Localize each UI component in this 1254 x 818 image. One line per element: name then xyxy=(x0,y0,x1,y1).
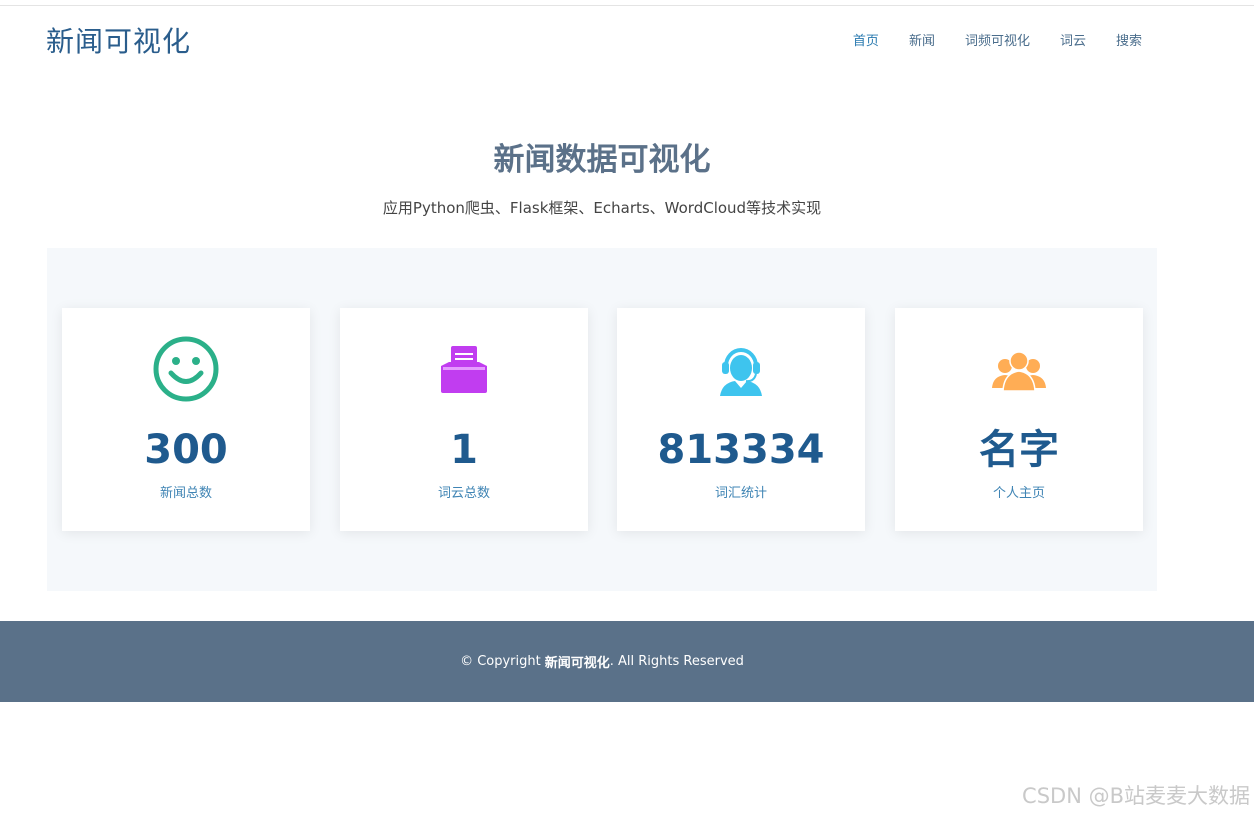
stat-value: 名字 xyxy=(979,427,1059,473)
inbox-document-icon xyxy=(340,336,588,402)
nav-home[interactable]: 首页 xyxy=(853,30,879,49)
stat-label[interactable]: 词云总数 xyxy=(340,482,588,501)
copyright-brand: 新闻可视化 xyxy=(544,656,610,671)
page-title: 新闻数据可视化 xyxy=(493,142,711,178)
stat-card-news-total: 300 新闻总数 xyxy=(62,308,310,531)
site-brand[interactable]: 新闻可视化 xyxy=(46,20,191,60)
stat-card-personal-home: 名字 个人主页 xyxy=(895,308,1143,531)
stat-value: 300 xyxy=(144,427,228,473)
stats-section: 300 新闻总数 1 词云总数 813334 词汇统计 名字 个人主页 xyxy=(47,248,1157,591)
stat-value: 1 xyxy=(450,427,478,473)
page-footer: © Copyright 新闻可视化 . All Rights Reserved xyxy=(0,621,1254,702)
page-subtitle: 应用Python爬虫、Flask框架、Echarts、WordCloud等技术实… xyxy=(382,199,822,217)
top-divider xyxy=(0,5,1254,6)
nav-word-cloud[interactable]: 词云 xyxy=(1060,30,1086,49)
stat-card-cloud-total: 1 词云总数 xyxy=(340,308,588,531)
watermark: CSDN @B站麦麦大数据 xyxy=(1022,784,1250,808)
main-nav: 首页 新闻 词频可视化 词云 搜索 xyxy=(853,30,1142,49)
nav-word-frequency[interactable]: 词频可视化 xyxy=(965,30,1030,49)
nav-search[interactable]: 搜索 xyxy=(1116,30,1142,49)
nav-news[interactable]: 新闻 xyxy=(909,30,935,49)
stat-card-vocab-stats: 813334 词汇统计 xyxy=(617,308,865,531)
smiley-icon xyxy=(62,336,310,402)
stat-label[interactable]: 新闻总数 xyxy=(62,482,310,501)
stat-label[interactable]: 个人主页 xyxy=(895,482,1143,501)
stat-label[interactable]: 词汇统计 xyxy=(617,482,865,501)
copyright-prefix: © Copyright xyxy=(460,654,541,669)
stat-value: 813334 xyxy=(657,427,825,473)
group-users-icon xyxy=(895,336,1143,402)
support-agent-icon xyxy=(617,336,865,402)
copyright-suffix: . All Rights Reserved xyxy=(609,654,744,669)
